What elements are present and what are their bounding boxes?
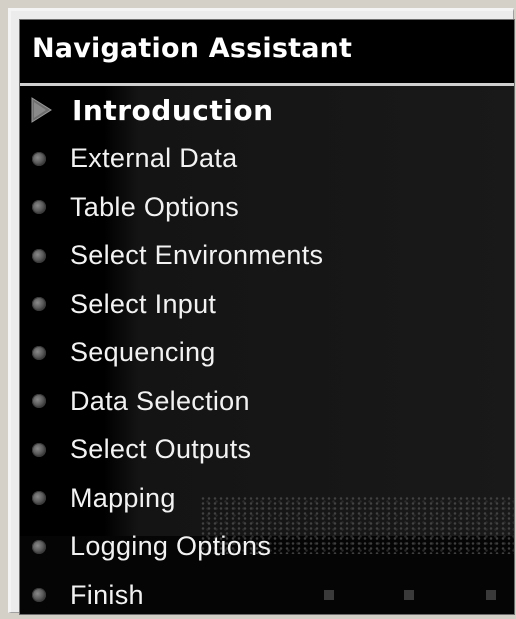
nav-item-select-input[interactable]: Select Input [20,280,514,329]
nav-item-logging-options[interactable]: Logging Options [20,523,514,572]
navigation-frame: Navigation Assistant Introduction Extern… [8,8,515,615]
navigation-step-list: Introduction External Data Table Options… [20,86,514,614]
nav-item-data-selection[interactable]: Data Selection [20,377,514,426]
bullet-icon [32,491,46,506]
nav-item-label: Mapping [70,482,176,513]
nav-item-external-data[interactable]: External Data [20,135,514,184]
navigation-assistant-panel: Navigation Assistant Introduction Extern… [19,19,515,615]
bullet-icon [32,394,46,409]
nav-item-label: Finish [70,579,144,610]
nav-item-introduction[interactable]: Introduction [20,86,514,135]
panel-header: Navigation Assistant [20,20,514,86]
nav-item-sequencing[interactable]: Sequencing [20,329,514,378]
nav-item-select-environments[interactable]: Select Environments [20,232,514,281]
nav-item-label: Table Options [70,191,239,222]
nav-item-label: Select Environments [70,240,324,271]
bullet-icon [32,588,46,603]
bullet-icon [32,297,46,312]
bullet-icon [32,151,46,166]
nav-item-label: Data Selection [70,385,250,416]
nav-item-finish[interactable]: Finish [20,571,514,614]
nav-item-label: Logging Options [70,531,272,562]
nav-item-label: Introduction [72,93,274,127]
nav-item-label: Select Outputs [70,434,252,465]
nav-item-select-outputs[interactable]: Select Outputs [20,426,514,475]
nav-item-label: Sequencing [70,337,216,368]
nav-item-label: External Data [70,143,238,174]
nav-item-table-options[interactable]: Table Options [20,183,514,232]
nav-item-mapping[interactable]: Mapping [20,474,514,523]
bullet-icon [32,248,46,263]
nav-item-label: Select Input [70,288,217,319]
bullet-icon [32,345,46,360]
panel-title: Navigation Assistant [32,33,353,64]
bullet-icon [32,539,46,554]
bullet-icon [32,442,46,457]
play-arrow-icon [31,97,52,124]
bullet-icon [32,200,46,215]
